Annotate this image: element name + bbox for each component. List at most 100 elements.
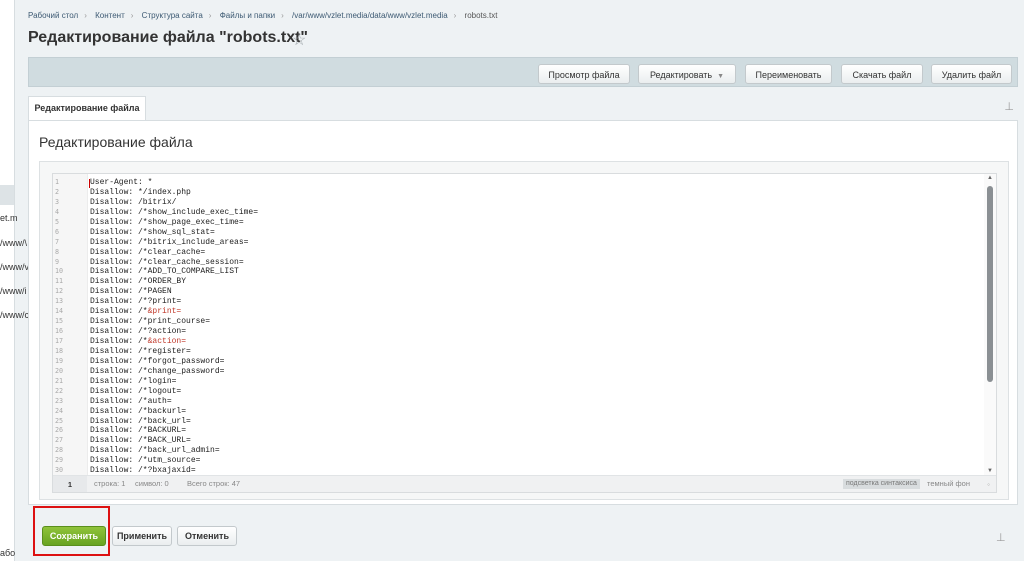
breadcrumb-item-current: robots.txt: [464, 11, 498, 20]
tab-edit-file[interactable]: Редактирование файла: [28, 96, 146, 120]
code-line: Disallow: /*PAGEN: [90, 287, 980, 297]
current-line-number: 1: [53, 476, 87, 492]
code-line: Disallow: /*logout=: [90, 387, 980, 397]
line-number: 11: [55, 277, 64, 286]
code-line: Disallow: /*&action=: [90, 337, 980, 347]
code-line: Disallow: /*back_url_admin=: [90, 446, 980, 456]
code-line: Disallow: /*show_sql_stat=: [90, 228, 980, 238]
line-number: 2: [55, 187, 60, 196]
code-text: Disallow: /*clear_cache=: [90, 247, 206, 257]
code-line: User-Agent: *: [90, 178, 980, 188]
line-number: 8: [55, 247, 60, 256]
vertical-scrollbar[interactable]: ▲ ▼: [984, 174, 996, 475]
dark-background-toggle[interactable]: темный фон: [927, 476, 970, 492]
code-text: Disallow: /*?action=: [90, 327, 187, 337]
line-number: 6: [55, 227, 60, 236]
code-text: Disallow: /*: [90, 307, 148, 317]
line-number: 20: [55, 366, 64, 375]
line-number: 24: [55, 406, 64, 415]
edit-panel: Редактирование файла 1 2 3 4 5 6 7 8 9 10 11 12 13 14…: [28, 120, 1018, 505]
symbol-indicator: символ: 0: [135, 479, 169, 488]
panel-title: Редактирование файла: [39, 134, 193, 150]
line-number: 25: [55, 416, 64, 425]
code-text: Disallow: /*show_include_exec_time=: [90, 207, 259, 217]
resize-handle-icon[interactable]: ◦: [987, 476, 990, 492]
line-number: 16: [55, 327, 64, 336]
code-text: Disallow: /*bitrix_include_areas=: [90, 237, 249, 247]
left-strip-highlight: [0, 185, 14, 205]
code-line: Disallow: /*backurl=: [90, 407, 980, 417]
scroll-down-icon[interactable]: ▼: [984, 468, 996, 474]
code-line: Disallow: /*ADD_TO_COMPARE_LIST: [90, 267, 980, 277]
save-button[interactable]: Сохранить: [42, 526, 106, 546]
breadcrumb-item-desktop[interactable]: Рабочий стол: [28, 11, 78, 20]
line-number: 10: [55, 267, 64, 276]
scrollbar-thumb[interactable]: [987, 186, 993, 382]
editor-container: 1 2 3 4 5 6 7 8 9 10 11 12 13 14 15 16 17 18 19 20 21 22 23 24 2…: [39, 161, 1009, 500]
code-line: Disallow: /*ORDER_BY: [90, 277, 980, 287]
code-line: Disallow: /*utm_source=: [90, 456, 980, 466]
line-number: 15: [55, 317, 64, 326]
line-number: 21: [55, 376, 64, 385]
code-text: Disallow: /*: [90, 337, 148, 346]
line-number: 17: [55, 337, 64, 345]
code-editor[interactable]: 1 2 3 4 5 6 7 8 9 10 11 12 13 14 15 16 17 18 19 20 21 22 23 24 2…: [52, 173, 997, 493]
tab-label: Редактирование файла: [34, 103, 140, 113]
line-number: 27: [55, 436, 64, 445]
syntax-highlight-toggle[interactable]: подсветка синтаксиса: [843, 479, 920, 489]
rename-button[interactable]: Переименовать: [745, 64, 832, 84]
code-text: Disallow: /*change_password=: [90, 366, 225, 376]
line-number: 7: [55, 237, 60, 246]
line-number: 28: [55, 446, 64, 455]
cancel-label: Отменить: [185, 531, 229, 541]
line-number: 3: [55, 197, 60, 206]
breadcrumb-separator-icon: ›: [130, 11, 134, 20]
pin-icon[interactable]: ⊥: [1004, 100, 1014, 113]
rename-label: Переименовать: [755, 70, 822, 80]
code-area[interactable]: User-Agent: * Disallow: */index.php Disall…: [90, 178, 980, 475]
code-line: Disallow: /*clear_cache=: [90, 248, 980, 258]
pin-icon[interactable]: ⊥: [996, 531, 1006, 544]
tab-bar: Редактирование файла ⊥: [28, 96, 1018, 120]
total-lines: Всего строк: 47: [187, 479, 241, 488]
code-text: Disallow: /*utm_source=: [90, 456, 201, 466]
breadcrumb-item-path[interactable]: /var/www/vzlet.media/data/www/vzlet.medi…: [292, 11, 448, 20]
left-strip-text: /www/c: [0, 310, 29, 320]
edit-dropdown-button[interactable]: Редактировать ▼: [638, 64, 736, 84]
delete-file-button[interactable]: Удалить файл: [931, 64, 1012, 84]
save-label: Сохранить: [49, 531, 99, 541]
code-line: Disallow: /*register=: [90, 347, 980, 357]
row-indicator: строка: 1: [94, 479, 126, 488]
favorite-star-icon[interactable]: ☆: [292, 30, 306, 50]
line-number: 18: [55, 346, 64, 355]
view-file-button[interactable]: Просмотр файла: [538, 64, 630, 84]
code-line: Disallow: /*bitrix_include_areas=: [90, 238, 980, 248]
line-number: 1: [55, 178, 60, 186]
apply-button[interactable]: Применить: [112, 526, 172, 546]
code-text: Disallow: /*forgot_password=: [90, 356, 225, 366]
line-number: 26: [55, 426, 64, 435]
code-text: Disallow: /*auth=: [90, 396, 172, 406]
line-number: 12: [55, 287, 64, 296]
code-line: Disallow: */index.php: [90, 188, 980, 198]
code-line: Disallow: /*?bxajaxid=: [90, 466, 980, 475]
breadcrumb-item-site-structure[interactable]: Структура сайта: [142, 11, 203, 20]
code-line: Disallow: /*BACKURL=: [90, 426, 980, 436]
code-line: Disallow: /*change_password=: [90, 367, 980, 377]
code-line: Disallow: /*?print=: [90, 297, 980, 307]
chevron-down-icon: ▼: [717, 73, 725, 80]
left-strip-text: /www/\: [0, 238, 27, 248]
line-number: 13: [55, 297, 64, 306]
left-strip-text: або: [0, 548, 16, 558]
code-text: Disallow: /*backurl=: [90, 406, 187, 416]
code-text: Disallow: /*?bxajaxid=: [90, 466, 196, 475]
scroll-up-icon[interactable]: ▲: [984, 175, 996, 181]
cancel-button[interactable]: Отменить: [177, 526, 237, 546]
toolbar: Просмотр файла Редактировать ▼ Переименов…: [28, 57, 1018, 87]
line-number: 9: [55, 257, 60, 266]
text-cursor: [89, 179, 90, 188]
breadcrumb-item-files-folders[interactable]: Файлы и папки: [220, 11, 275, 20]
download-file-button[interactable]: Скачать файл: [841, 64, 923, 84]
breadcrumb-item-content[interactable]: Контент: [95, 11, 125, 20]
download-label: Скачать файл: [852, 70, 912, 80]
